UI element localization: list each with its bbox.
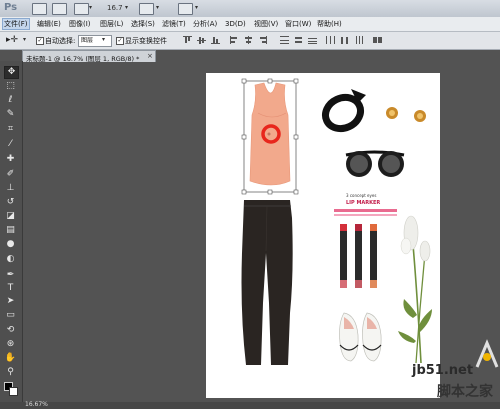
auto-select-label: 自动选择: xyxy=(45,37,76,45)
chevron-down-icon[interactable]: ▾ xyxy=(89,4,92,11)
arrange-documents-icon[interactable] xyxy=(139,3,154,15)
align-left-icon[interactable] xyxy=(230,36,239,44)
align-hcenter-icon[interactable] xyxy=(244,36,253,44)
3d-orbit-tool-icon[interactable]: ⊛ xyxy=(4,339,17,350)
menu-layer[interactable]: 图层(L) xyxy=(99,18,124,30)
move-tool-icon[interactable]: ▸✛ xyxy=(6,35,18,45)
distribute-left-icon[interactable] xyxy=(326,36,335,44)
lasso-tool-icon[interactable]: ℓ xyxy=(4,95,17,106)
watermark-name: 脚本之家 xyxy=(437,384,493,400)
tank-top-image[interactable] xyxy=(241,78,299,195)
menu-image[interactable]: 图像(I) xyxy=(68,18,92,30)
distribute-right-icon[interactable] xyxy=(354,36,363,44)
mini-bridge-icon[interactable] xyxy=(52,3,67,15)
transform-handle xyxy=(293,78,299,84)
zoom-tool-icon[interactable]: ⚲ xyxy=(4,367,17,378)
distribute-top-icon[interactable] xyxy=(280,36,289,44)
transform-handle xyxy=(267,78,273,84)
watermark-url: jb51.net xyxy=(412,363,474,378)
canvas-artwork: 3 concept eyes LIP MARKER xyxy=(241,78,432,365)
type-tool-icon[interactable]: T xyxy=(4,283,17,294)
healing-tool-icon[interactable]: ✚ xyxy=(4,154,17,165)
align-vcenter-icon[interactable] xyxy=(197,36,206,44)
history-brush-tool-icon[interactable]: ↺ xyxy=(4,197,17,208)
show-transform-label: 显示变换控件 xyxy=(125,37,167,45)
jeans-image[interactable] xyxy=(241,200,293,365)
transform-handle xyxy=(267,189,273,195)
photoshop-logo: Ps xyxy=(4,2,18,13)
menu-window[interactable]: 窗口(W) xyxy=(284,18,312,30)
align-top-icon[interactable] xyxy=(183,36,192,44)
menu-3d[interactable]: 3D(D) xyxy=(224,18,247,30)
shape-tool-icon[interactable]: ▭ xyxy=(4,310,17,321)
lipstick-title-text: LIP MARKER xyxy=(346,200,380,206)
brush-tool-icon[interactable]: ✐ xyxy=(4,169,17,180)
tools-panel: ✥ ⬚ ℓ ✎ ⌗ ⁄ ✚ ✐ ⊥ ↺ ◪ ▤ ● ◐ ✒ T ➤ ▭ ⟲ ⊛ … xyxy=(0,61,23,409)
align-right-icon[interactable] xyxy=(258,36,267,44)
auto-select-value: 图层 xyxy=(81,37,94,44)
status-zoom[interactable]: 16.67% xyxy=(25,401,48,408)
blur-tool-icon[interactable]: ● xyxy=(4,239,17,250)
menu-select[interactable]: 选择(S) xyxy=(130,18,156,30)
auto-select-dropdown[interactable]: 图层 xyxy=(78,35,112,47)
menu-edit[interactable]: 编辑(E) xyxy=(36,18,62,30)
crop-tool-icon[interactable]: ⌗ xyxy=(4,124,17,135)
menu-analysis[interactable]: 分析(A) xyxy=(192,18,218,30)
menu-file[interactable]: 文件(F) xyxy=(2,18,30,30)
options-bar: ▸✛ ▾ ✓ 自动选择: 图层 ▾ ✓ 显示变换控件 xyxy=(0,32,500,50)
background-color-swatch[interactable] xyxy=(9,387,18,396)
transform-handle xyxy=(241,78,247,84)
pen-tool-icon[interactable]: ✒ xyxy=(4,270,17,281)
marquee-tool-icon[interactable]: ⬚ xyxy=(4,81,17,92)
eyedropper-tool-icon[interactable]: ⁄ xyxy=(4,139,17,150)
stamp-tool-icon[interactable]: ⊥ xyxy=(4,183,17,194)
chevron-down-icon[interactable]: ▾ xyxy=(156,4,159,11)
screen-mode-icon[interactable] xyxy=(178,3,193,15)
view-extras-icon[interactable] xyxy=(74,3,89,15)
quick-select-tool-icon[interactable]: ✎ xyxy=(4,109,17,120)
align-bottom-icon[interactable] xyxy=(211,36,220,44)
eraser-tool-icon[interactable]: ◪ xyxy=(4,211,17,222)
transform-handle xyxy=(293,134,299,140)
loafers-image[interactable] xyxy=(339,312,382,362)
lip-marker-image[interactable]: 3 concept eyes LIP MARKER xyxy=(334,193,397,288)
menu-bar: 文件(F) 编辑(E) 图像(I) 图层(L) 选择(S) 滤镜(T) 分析(A… xyxy=(0,17,500,32)
white-flowers-image[interactable] xyxy=(398,215,432,364)
chevron-down-icon[interactable]: ▾ xyxy=(23,36,26,43)
gradient-tool-icon[interactable]: ▤ xyxy=(4,225,17,236)
path-select-tool-icon[interactable]: ➤ xyxy=(4,296,17,307)
dodge-tool-icon[interactable]: ◐ xyxy=(4,254,17,265)
transform-handle xyxy=(293,189,299,195)
sunglasses-image[interactable] xyxy=(345,150,405,177)
distribute-vcenter-icon[interactable] xyxy=(294,36,303,44)
title-bar: Ps ▾ 16.7 ▾ ▾ ▾ xyxy=(0,0,500,18)
move-tool-icon[interactable]: ✥ xyxy=(4,66,19,79)
jb51-logo-icon xyxy=(475,339,499,368)
distribute-hcenter-icon[interactable] xyxy=(340,36,349,44)
auto-select-checkbox[interactable]: ✓ xyxy=(36,37,44,45)
status-bar: 16.67% xyxy=(0,401,500,409)
close-icon[interactable]: × xyxy=(147,52,153,60)
chevron-down-icon[interactable]: ▾ xyxy=(102,36,105,43)
earrings-image[interactable] xyxy=(386,107,426,122)
menu-filter[interactable]: 滤镜(T) xyxy=(161,18,187,30)
show-transform-checkbox[interactable]: ✓ xyxy=(116,37,124,45)
3d-rotate-tool-icon[interactable]: ⟲ xyxy=(4,325,17,336)
hand-tool-icon[interactable]: ✋ xyxy=(4,353,17,364)
bridge-icon[interactable] xyxy=(32,3,47,15)
chevron-down-icon[interactable]: ▾ xyxy=(125,4,128,11)
lipstick-brand-text: 3 concept eyes xyxy=(346,193,376,198)
menu-view[interactable]: 视图(V) xyxy=(253,18,279,30)
zoom-level[interactable]: 16.7 xyxy=(107,4,123,12)
transform-handle xyxy=(241,189,247,195)
chevron-down-icon[interactable]: ▾ xyxy=(195,4,198,11)
menu-help[interactable]: 帮助(H) xyxy=(316,18,343,30)
document-canvas[interactable]: 3 concept eyes LIP MARKER xyxy=(206,73,440,398)
distribute-bottom-icon[interactable] xyxy=(308,36,317,44)
transform-handle xyxy=(241,134,247,140)
bow-bracelet-image[interactable] xyxy=(320,89,366,134)
auto-align-icon[interactable] xyxy=(373,36,382,44)
